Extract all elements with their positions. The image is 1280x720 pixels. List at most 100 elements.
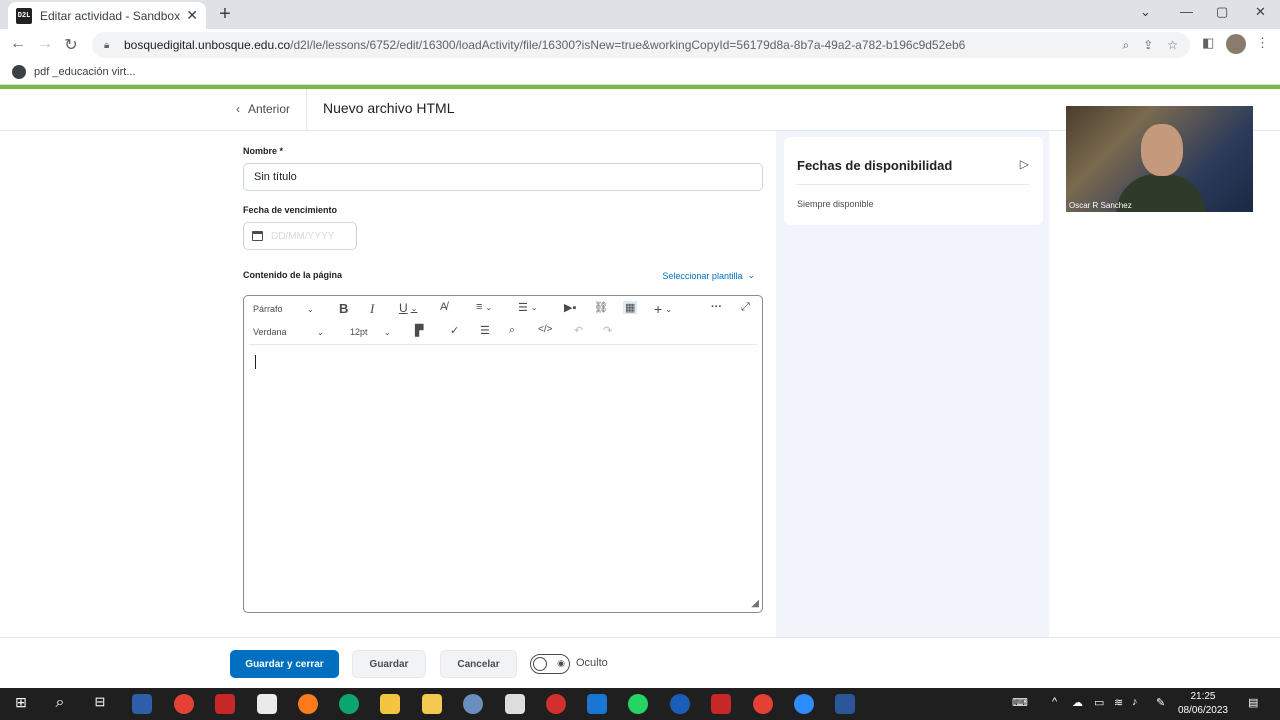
block-format-select[interactable]: Párrafo ⌄ — [253, 304, 314, 314]
fullscreen-icon[interactable]: ⤢ — [741, 301, 750, 314]
chevron-up-icon[interactable]: ^ — [1052, 696, 1057, 708]
close-window-button[interactable]: ✕ — [1255, 4, 1266, 20]
calendar-icon — [252, 231, 263, 241]
r-app-icon[interactable] — [463, 694, 483, 714]
header-divider — [306, 89, 307, 131]
content-label: Contenido de la página — [243, 270, 343, 280]
mail-icon[interactable] — [587, 694, 607, 714]
reload-icon[interactable]: ↻ — [59, 35, 83, 55]
tab-close-icon[interactable]: ✕ — [186, 7, 198, 24]
save-close-button[interactable]: Guardar y cerrar — [230, 650, 339, 678]
firefox-icon[interactable] — [298, 694, 318, 714]
back-arrow-icon[interactable]: ← — [6, 35, 30, 53]
document-app-icon[interactable] — [257, 694, 277, 714]
globe-icon — [12, 64, 26, 79]
name-input[interactable]: Sin título — [243, 163, 763, 191]
make-app-icon[interactable] — [505, 694, 525, 714]
form-footer: Guardar y cerrar Guardar Cancelar ◉ Ocul… — [0, 637, 1280, 688]
side-panel-icon[interactable]: ◧ — [1202, 35, 1214, 51]
url-path: /d2l/le/lessons/6752/edit/16300/loadActi… — [290, 38, 966, 52]
v-app-icon[interactable] — [670, 694, 690, 714]
chrome-active-icon[interactable] — [753, 694, 773, 714]
browser-tab[interactable]: D2L Editar actividad - Sandbox - sanc ✕ — [8, 2, 206, 29]
participant-name: Oscar R Sanchez — [1069, 201, 1132, 210]
mendeley-icon[interactable] — [711, 694, 731, 714]
insert-stuff-icon[interactable]: ▦ — [623, 301, 638, 314]
gift-app-icon[interactable] — [215, 694, 235, 714]
video-call-overlay[interactable]: Oscar R Sanchez — [1066, 106, 1253, 212]
cancel-button[interactable]: Cancelar — [440, 650, 517, 678]
bold-button[interactable]: B — [339, 301, 348, 316]
toggle-knob — [533, 657, 547, 671]
block-format-value: Párrafo — [253, 304, 283, 314]
due-date-input[interactable]: DD/MM/YYYY — [243, 222, 357, 250]
source-code-icon[interactable]: </> — [538, 324, 552, 335]
share-icon[interactable]: ⇪ — [1143, 38, 1153, 53]
clock-date: 08/06/2023 — [1177, 705, 1228, 716]
horizontal-line-icon[interactable]: ☰ — [480, 324, 490, 337]
search-icon[interactable]: ⌕ — [50, 694, 70, 714]
tab-title: Editar actividad - Sandbox - sanc — [40, 8, 181, 23]
back-link[interactable]: ‹ Anterior — [236, 102, 290, 116]
undo-icon[interactable]: ↶ — [574, 324, 583, 337]
word-icon[interactable] — [835, 694, 855, 714]
font-family-value: Verdana — [253, 327, 287, 337]
list-icon[interactable]: ☰ ⌄ — [518, 301, 538, 314]
file-explorer-icon[interactable] — [380, 694, 400, 714]
wifi-icon[interactable]: ≋ — [1114, 696, 1123, 709]
zoom-icon[interactable]: ⌕ — [1122, 38, 1129, 53]
visibility-toggle[interactable]: ◉ — [530, 654, 570, 674]
preview-icon[interactable]: ⌕ — [509, 324, 515, 337]
font-family-select[interactable]: Verdana ⌄ — [253, 327, 324, 337]
select-template-link[interactable]: Seleccionar plantilla ⌄ — [662, 270, 755, 281]
availability-title: Fechas de disponibilidad — [797, 158, 953, 173]
html-editor[interactable]: Párrafo ⌄ B I U ⌄ A̸ ≡ ⌄ ☰ ⌄ ▶▪ ⛓ ▦ + ⌄ … — [243, 295, 763, 613]
expand-arrow-icon[interactable]: ▷ — [1020, 157, 1029, 171]
system-clock[interactable]: 21:25 08/06/2023 — [1178, 690, 1228, 718]
zoom-app-icon[interactable] — [794, 694, 814, 714]
bookmark-star-icon[interactable]: ☆ — [1167, 38, 1178, 53]
link-icon[interactable]: ⛓ — [594, 301, 608, 314]
accessibility-checker-icon[interactable]: ✓ — [450, 324, 459, 337]
chrome-icon[interactable] — [174, 694, 194, 714]
volume-icon[interactable]: ♪ — [1132, 696, 1138, 708]
notifications-icon[interactable]: ▤ — [1248, 696, 1258, 709]
underline-button[interactable]: U ⌄ — [399, 301, 417, 315]
tab-strip: D2L Editar actividad - Sandbox - sanc ✕ … — [0, 0, 1280, 29]
windows-start-icon[interactable]: ⊞ — [11, 694, 31, 714]
tab-search-icon[interactable]: ⌄ — [1140, 4, 1151, 20]
profile-avatar[interactable] — [1226, 34, 1246, 54]
edge-icon[interactable] — [339, 694, 359, 714]
url-host: bosquedigital.unbosque.edu.co — [124, 38, 291, 52]
text-caret — [255, 355, 256, 369]
availability-card[interactable]: Fechas de disponibilidad ▷ Siempre dispo… — [784, 137, 1043, 225]
insert-more-icon[interactable]: + ⌄ — [654, 301, 672, 317]
redo-icon[interactable]: ↷ — [603, 324, 612, 337]
format-painter-icon[interactable]: ▛ — [415, 324, 423, 337]
keyboard-icon[interactable]: ⌨ — [1012, 696, 1028, 709]
italic-button[interactable]: I — [370, 301, 374, 317]
forward-arrow-icon[interactable]: → — [33, 35, 57, 53]
insert-media-icon[interactable]: ▶▪ — [564, 301, 576, 314]
bookmark-item[interactable]: pdf _educación virt... — [34, 66, 136, 78]
onedrive-icon[interactable]: ☁ — [1072, 696, 1083, 709]
d2l-favicon-icon: D2L — [16, 7, 32, 24]
more-actions-icon[interactable]: ··· — [711, 301, 722, 313]
whatsapp-icon[interactable] — [628, 694, 648, 714]
pen-icon[interactable]: ✎ — [1156, 696, 1165, 709]
menu-kebab-icon[interactable]: ⋮ — [1256, 35, 1269, 51]
notes-app-icon[interactable] — [422, 694, 442, 714]
address-bar[interactable]: 🔒︎ bosquedigital.unbosque.edu.co/d2l/le/… — [92, 32, 1190, 58]
task-view-icon[interactable]: ⊟ — [90, 694, 110, 714]
store-icon[interactable] — [132, 694, 152, 714]
align-icon[interactable]: ≡ ⌄ — [476, 301, 492, 313]
battery-icon[interactable]: ▭ — [1094, 696, 1104, 709]
minimize-button[interactable]: — — [1180, 4, 1193, 19]
red-app-icon[interactable] — [546, 694, 566, 714]
save-button[interactable]: Guardar — [352, 650, 426, 678]
resize-handle-icon[interactable]: ◢ — [751, 598, 759, 609]
font-size-select[interactable]: 12pt ⌄ — [350, 327, 391, 337]
new-tab-button[interactable]: + — [214, 3, 236, 25]
font-color-icon[interactable]: A̸ — [440, 301, 447, 313]
maximize-button[interactable]: ▢ — [1216, 4, 1228, 20]
